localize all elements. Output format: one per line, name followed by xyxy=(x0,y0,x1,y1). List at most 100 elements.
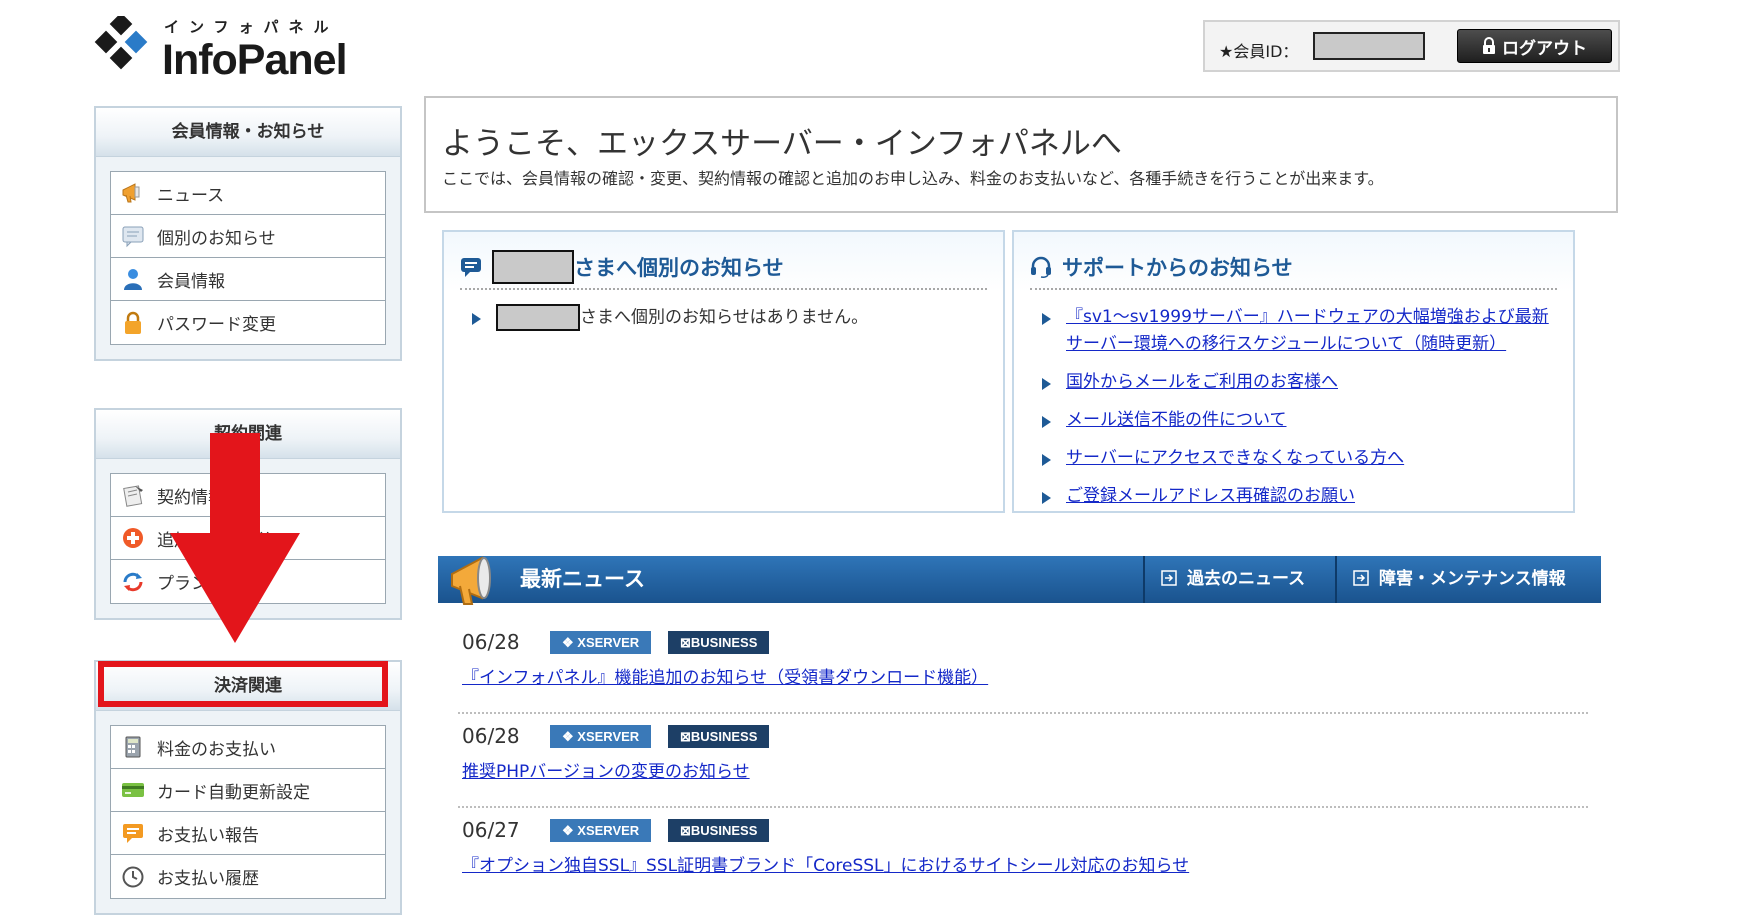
add-icon xyxy=(121,526,145,550)
news-date: 06/28 xyxy=(462,630,520,654)
logout-button[interactable]: ログアウト xyxy=(1457,29,1612,63)
support-link[interactable]: サーバーにアクセスできなくなっている方へ xyxy=(1066,448,1404,468)
calculator-icon xyxy=(121,735,145,759)
welcome-description: ここでは、会員情報の確認・変更、契約情報の確認と追加のお申し込み、料金のお支払い… xyxy=(442,169,1384,188)
sidebar-section-title: 会員情報・お知らせ xyxy=(96,108,400,157)
support-notice-list: 『sv1～sv1999サーバー』ハードウェアの大幅増強および最新サーバー環境への… xyxy=(1038,304,1557,521)
sidebar-item-payment-report[interactable]: お支払い報告 xyxy=(111,812,385,855)
business-tag: ⊠BUSINESS xyxy=(668,725,770,748)
user-icon xyxy=(121,267,145,291)
redacted-name xyxy=(496,304,580,331)
infopanel-logo[interactable]: インフォパネル InfoPanel xyxy=(92,12,372,84)
news-link[interactable]: 推奨PHPバージョンの変更のお知らせ xyxy=(462,757,750,782)
welcome-panel: ようこそ、エックスサーバー・インフォパネルへ ここでは、会員情報の確認・変更、契… xyxy=(424,96,1618,213)
sidebar-item-label: パスワード変更 xyxy=(157,315,276,335)
personal-notice-empty: さまへ個別のお知らせはありません。 xyxy=(580,307,869,328)
support-notice-title-text: サポートからのお知らせ xyxy=(1062,256,1293,280)
xserver-tag: ❖ XSERVER xyxy=(550,631,652,654)
list-item: さまへ個別のお知らせはありません。 xyxy=(468,304,987,332)
list-item: ご登録メールアドレス再確認のお願い xyxy=(1038,483,1557,510)
sidebar-item-card-auto-renew[interactable]: カード自動更新設定 xyxy=(111,769,385,812)
news-header-bar: 最新ニュース 過去のニュース 障害・メンテナンス情報 xyxy=(438,556,1601,605)
sidebar-menu: 料金のお支払い カード自動更新設定 お支払い報告 お支払い履歴 xyxy=(110,725,386,899)
list-item: 国外からメールをご利用のお客様へ xyxy=(1038,369,1557,396)
past-news-label: 過去のニュース xyxy=(1187,569,1306,589)
support-link[interactable]: 『sv1～sv1999サーバー』ハードウェアの大幅増強および最新サーバー環境への… xyxy=(1066,307,1549,354)
report-icon xyxy=(121,821,145,845)
business-tag-label: BUSINESS xyxy=(690,729,758,744)
sidebar-item-member-info[interactable]: 会員情報 xyxy=(111,258,385,301)
lock-icon xyxy=(1482,37,1496,55)
sidebar-item-label: お支払い報告 xyxy=(157,825,259,846)
member-id-redacted xyxy=(1313,32,1425,60)
news-item: 06/27 ❖ XSERVER ⊠BUSINESS 『オプション独自SSL』SS… xyxy=(458,808,1588,902)
business-tag: ⊠BUSINESS xyxy=(668,819,770,842)
megaphone-icon xyxy=(121,181,145,205)
business-tag-label: BUSINESS xyxy=(690,635,758,650)
list-item: メール送信不能の件について xyxy=(1038,407,1557,434)
xserver-tag-label: XSERVER xyxy=(577,729,640,744)
logo-diamond-icon xyxy=(94,16,148,70)
sidebar-item-label: カード自動更新設定 xyxy=(157,782,310,803)
support-link[interactable]: ご登録メールアドレス再確認のお願い xyxy=(1066,486,1355,506)
sidebar-item-news[interactable]: ニュース xyxy=(111,172,385,215)
personal-notice-title: さまへ個別のお知らせ xyxy=(460,246,987,290)
sidebar-item-password-change[interactable]: パスワード変更 xyxy=(111,301,385,344)
support-link[interactable]: 国外からメールをご利用のお客様へ xyxy=(1066,372,1338,392)
speech-bubble-icon xyxy=(460,256,482,278)
support-notice-title: サポートからのお知らせ xyxy=(1030,246,1557,290)
sidebar-item-label: お支払い履歴 xyxy=(157,869,259,889)
sidebar-item-label: 個別のお知らせ xyxy=(157,228,276,249)
personal-notice-title-text: さまへ個別のお知らせ xyxy=(574,256,784,280)
xserver-tag: ❖ XSERVER xyxy=(550,819,652,842)
megaphone-icon xyxy=(451,556,491,605)
logout-label: ログアウト xyxy=(1502,38,1587,59)
message-icon xyxy=(121,224,145,248)
external-link-icon xyxy=(1353,570,1369,586)
sidebar-item-payment-history[interactable]: お支払い履歴 xyxy=(111,855,385,898)
credit-card-icon xyxy=(121,778,145,802)
page-title: ようこそ、エックスサーバー・インフォパネルへ xyxy=(442,126,1122,162)
past-news-tab[interactable]: 過去のニュース xyxy=(1143,556,1335,603)
xserver-tag: ❖ XSERVER xyxy=(550,725,652,748)
maintenance-info-tab[interactable]: 障害・メンテナンス情報 xyxy=(1335,556,1601,603)
refresh-icon xyxy=(121,570,145,594)
personal-notice-panel: さまへ個別のお知らせ さまへ個別のお知らせはありません。 xyxy=(442,230,1005,513)
redacted-name xyxy=(492,250,574,284)
sidebar-section-member: 会員情報・お知らせ ニュース 個別のお知らせ 会員情報 パスワード変更 xyxy=(94,106,402,361)
lock-icon xyxy=(121,311,145,335)
support-link[interactable]: メール送信不能の件について xyxy=(1066,410,1287,430)
contract-icon xyxy=(121,483,145,507)
annotation-arrow-icon xyxy=(170,433,300,643)
sidebar-item-label: ニュース xyxy=(157,185,225,206)
external-link-icon xyxy=(1161,570,1177,586)
member-info-box: ★会員ID： ログアウト xyxy=(1203,20,1620,72)
logo-text: InfoPanel xyxy=(162,36,348,84)
business-tag-label: BUSINESS xyxy=(690,823,758,838)
maintenance-info-label: 障害・メンテナンス情報 xyxy=(1379,569,1566,589)
member-id-label: ★会員ID： xyxy=(1219,42,1299,61)
news-link[interactable]: 『インフォパネル』機能追加のお知らせ（受領書ダウンロード機能） xyxy=(462,663,988,688)
logo-kana: インフォパネル xyxy=(164,18,339,36)
personal-notice-list: さまへ個別のお知らせはありません。 xyxy=(468,304,987,343)
sidebar-item-label: 料金のお支払い xyxy=(157,739,276,760)
list-item: 『sv1～sv1999サーバー』ハードウェアの大幅増強および最新サーバー環境への… xyxy=(1038,304,1557,358)
news-date: 06/27 xyxy=(462,818,520,842)
sidebar-item-payment[interactable]: 料金のお支払い xyxy=(111,726,385,769)
news-date: 06/28 xyxy=(462,724,520,748)
support-notice-panel: サポートからのお知らせ 『sv1～sv1999サーバー』ハードウェアの大幅増強お… xyxy=(1012,230,1575,513)
sidebar-item-label: 会員情報 xyxy=(157,271,225,292)
news-link[interactable]: 『オプション独自SSL』SSL証明書ブランド「CoreSSL」におけるサイトシー… xyxy=(462,851,1189,876)
sidebar-item-personal-notice[interactable]: 個別のお知らせ xyxy=(111,215,385,258)
clock-icon xyxy=(121,865,145,889)
sidebar-menu: ニュース 個別のお知らせ 会員情報 パスワード変更 xyxy=(110,171,386,345)
news-item: 06/28 ❖ XSERVER ⊠BUSINESS 推奨PHPバージョンの変更の… xyxy=(458,714,1588,808)
news-item: 06/28 ❖ XSERVER ⊠BUSINESS 『インフォパネル』機能追加の… xyxy=(458,620,1588,714)
business-tag: ⊠BUSINESS xyxy=(668,631,770,654)
news-title: 最新ニュース xyxy=(520,567,645,591)
headset-icon xyxy=(1030,256,1052,278)
list-item: サーバーにアクセスできなくなっている方へ xyxy=(1038,445,1557,472)
annotation-highlight-box xyxy=(98,661,388,707)
xserver-tag-label: XSERVER xyxy=(577,635,640,650)
xserver-tag-label: XSERVER xyxy=(577,823,640,838)
